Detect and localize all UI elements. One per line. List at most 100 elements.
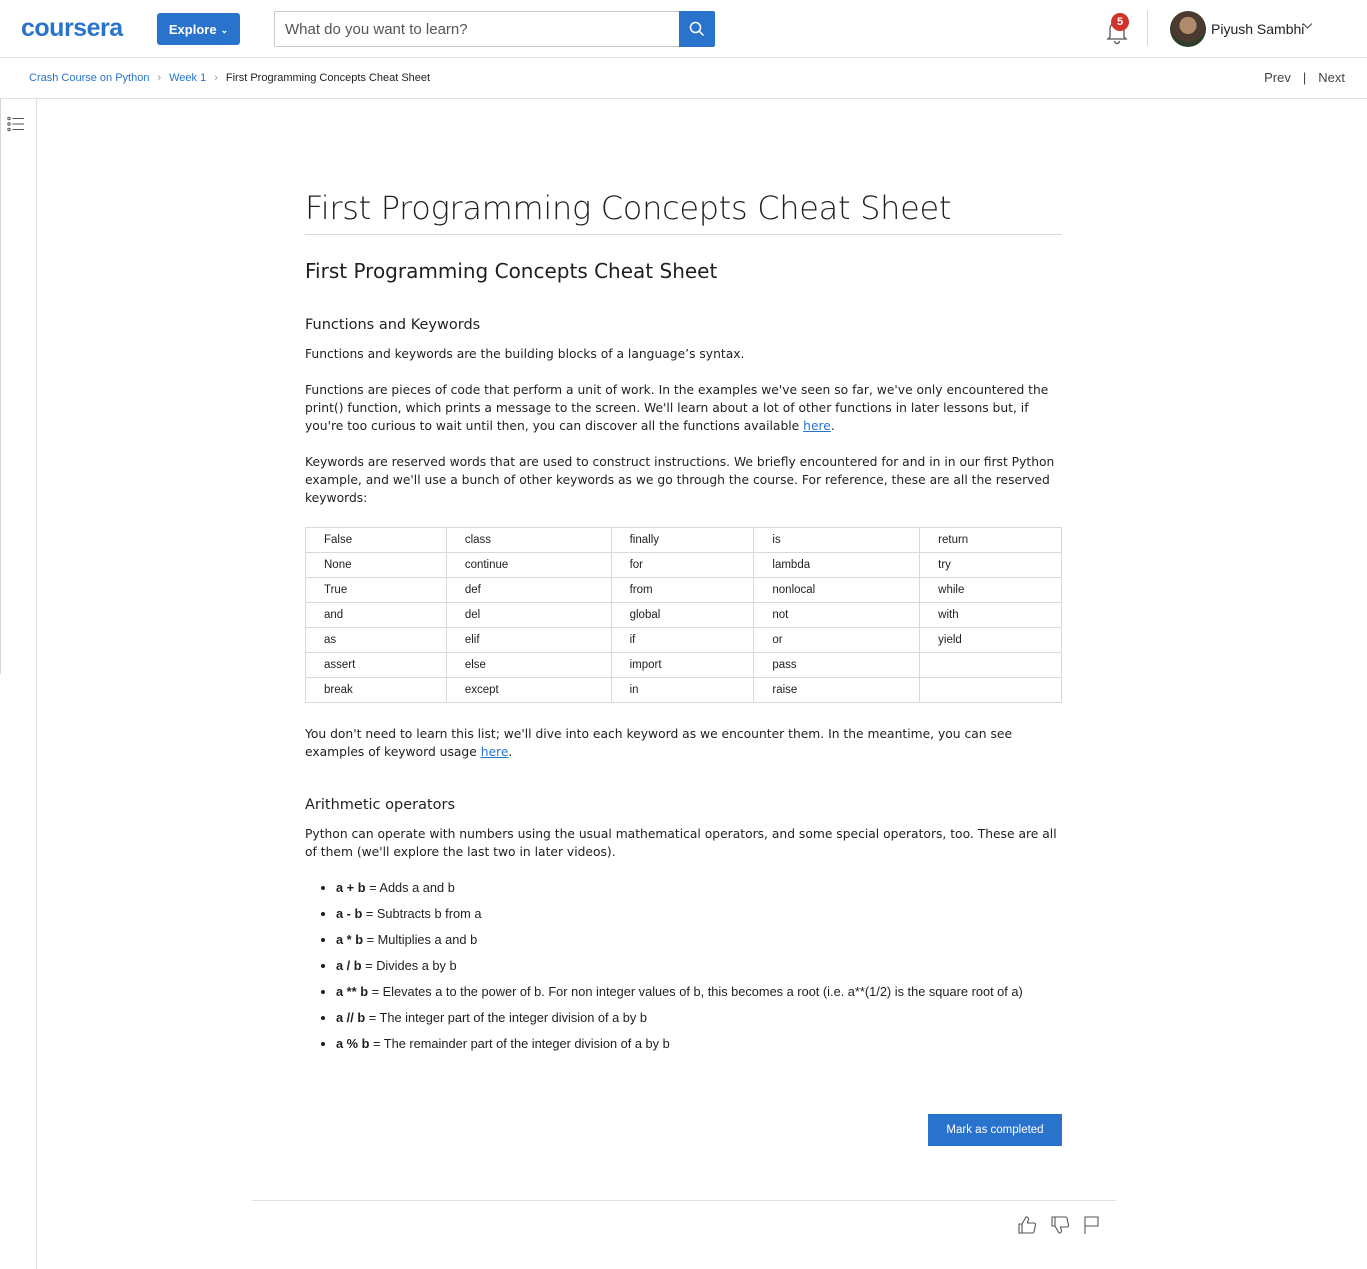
keywords-here-link[interactable]: here xyxy=(481,745,509,759)
keyword-cell: nonlocal xyxy=(753,577,921,603)
operators-list: a + b = Adds a and ba - b = Subtracts b … xyxy=(336,879,1062,1053)
operator-expression: a + b xyxy=(336,880,366,895)
rail-divider xyxy=(0,99,1,674)
keyword-cell: False xyxy=(305,527,447,553)
list-item: a ** b = Elevates a to the power of b. F… xyxy=(336,983,1062,1001)
operator-description: = Divides a by b xyxy=(361,958,457,973)
paragraph-text: Functions are pieces of code that perfor… xyxy=(305,383,1049,433)
list-item: a - b = Subtracts b from a xyxy=(336,905,1062,923)
paragraph: Python can operate with numbers using th… xyxy=(305,827,1057,859)
paragraph: Functions are pieces of code that perfor… xyxy=(305,381,1062,435)
avatar[interactable] xyxy=(1170,11,1206,47)
mark-as-completed-button[interactable]: Mark as completed xyxy=(928,1114,1062,1146)
paragraph-text: You don't need to learn this list; we'll… xyxy=(305,727,1013,759)
table-row: None continue for lambda try xyxy=(305,552,1062,578)
keyword-cell: with xyxy=(919,602,1062,628)
keyword-cell: if xyxy=(610,627,755,653)
keyword-cell: pass xyxy=(753,652,921,678)
breadcrumb-current: First Programming Concepts Cheat Sheet xyxy=(225,72,431,84)
keyword-cell xyxy=(919,677,1062,703)
keyword-cell: break xyxy=(305,677,447,703)
keyword-cell: del xyxy=(445,602,612,628)
coursera-logo[interactable]: coursera xyxy=(21,14,123,43)
breadcrumb-course[interactable]: Crash Course on Python xyxy=(29,72,149,84)
keyword-cell: or xyxy=(753,627,921,653)
keyword-cell: as xyxy=(305,627,447,653)
keyword-cell: continue xyxy=(445,552,612,578)
prev-link[interactable]: Prev xyxy=(1264,70,1291,85)
section-heading-functions: Functions and Keywords xyxy=(305,317,481,333)
chevron-down-icon: ⌄ xyxy=(220,24,229,35)
list-item: a / b = Divides a by b xyxy=(336,957,1062,975)
paragraph: You don't need to learn this list; we'll… xyxy=(305,725,1062,761)
table-row: break except in raise xyxy=(305,677,1062,703)
functions-here-link[interactable]: here xyxy=(803,419,831,433)
keyword-cell: elif xyxy=(445,627,612,653)
reading-content: First Programming Concepts Cheat Sheet F… xyxy=(305,186,1062,1061)
table-row: True def from nonlocal while xyxy=(305,577,1062,603)
operator-description: = Subtracts b from a xyxy=(362,906,482,921)
breadcrumb-week[interactable]: Week 1 xyxy=(169,72,206,84)
table-row: and del global not with xyxy=(305,602,1062,628)
search-bar xyxy=(274,11,715,47)
breadcrumb: Crash Course on Python › Week 1 › First … xyxy=(29,72,430,84)
keyword-cell: class xyxy=(445,527,612,553)
operator-description: = Elevates a to the power of b. For non … xyxy=(368,984,1023,999)
chevron-right-icon: › xyxy=(157,72,162,84)
thumbs-up-icon[interactable] xyxy=(1017,1215,1037,1235)
notification-badge: 5 xyxy=(1111,13,1129,31)
user-name[interactable]: Piyush Sambhi xyxy=(1211,21,1304,37)
operator-expression: a ** b xyxy=(336,984,369,999)
keyword-cell: for xyxy=(610,552,755,578)
explore-button[interactable]: Explore ⌄ xyxy=(157,13,240,45)
operator-expression: a - b xyxy=(336,906,363,921)
keyword-cell: global xyxy=(610,602,755,628)
reading-subtitle: First Programming Concepts Cheat Sheet xyxy=(305,259,718,283)
table-row: assert else import pass xyxy=(305,652,1062,678)
keyword-cell: assert xyxy=(305,652,447,678)
chevron-right-icon: › xyxy=(214,72,218,84)
table-row: as elif if or yield xyxy=(305,627,1062,653)
keyword-cell: and xyxy=(305,602,447,628)
search-button[interactable] xyxy=(679,11,715,47)
keyword-cell: True xyxy=(305,577,447,603)
top-header: coursera Explore ⌄ 5 Piyush Sambhi xyxy=(0,0,1367,58)
thumbs-down-icon[interactable] xyxy=(1050,1215,1070,1235)
keyword-cell: in xyxy=(610,677,755,703)
prev-next-nav: Prev | Next xyxy=(1264,70,1345,85)
keyword-cell: raise xyxy=(753,677,921,703)
keyword-cell: import xyxy=(610,652,755,678)
operator-expression: a * b xyxy=(336,932,364,947)
paragraph-text: . xyxy=(508,745,513,759)
left-rail xyxy=(0,99,37,1269)
operator-expression: a / b xyxy=(336,958,362,973)
keywords-table: False class finally is return None continue for… xyxy=(305,527,1062,703)
breadcrumb-bar: Crash Course on Python › Week 1 › First … xyxy=(0,58,1367,99)
next-link[interactable]: Next xyxy=(1318,70,1345,85)
keyword-cell: from xyxy=(610,577,755,603)
operator-description: = The remainder part of the integer divi… xyxy=(369,1036,670,1051)
list-item: a % b = The remainder part of the intege… xyxy=(336,1035,1062,1053)
keyword-cell: return xyxy=(919,527,1062,553)
flag-icon[interactable] xyxy=(1082,1215,1102,1235)
list-item: a // b = The integer part of the integer… xyxy=(336,1009,1062,1027)
keyword-cell: except xyxy=(445,677,612,703)
table-row: False class finally is return xyxy=(305,527,1062,553)
keyword-cell: while xyxy=(919,577,1062,603)
operator-description: = Adds a and b xyxy=(365,880,455,895)
keyword-cell xyxy=(919,652,1062,678)
keyword-cell: yield xyxy=(919,627,1062,653)
nav-separator: | xyxy=(1302,70,1307,85)
list-icon[interactable] xyxy=(7,116,25,132)
paragraph: Keywords are reserved words that are use… xyxy=(305,455,1055,505)
keyword-cell: try xyxy=(919,552,1062,578)
explore-label: Explore xyxy=(168,21,217,37)
header-divider xyxy=(1147,10,1148,46)
operator-expression: a % b xyxy=(336,1036,370,1051)
search-input[interactable] xyxy=(274,11,679,47)
chevron-down-icon[interactable] xyxy=(1302,22,1313,30)
paragraph-text: . xyxy=(830,419,835,433)
section-heading-arithmetic: Arithmetic operators xyxy=(305,797,456,813)
paragraph: Functions and keywords are the building … xyxy=(305,347,745,361)
keyword-cell: finally xyxy=(610,527,755,553)
